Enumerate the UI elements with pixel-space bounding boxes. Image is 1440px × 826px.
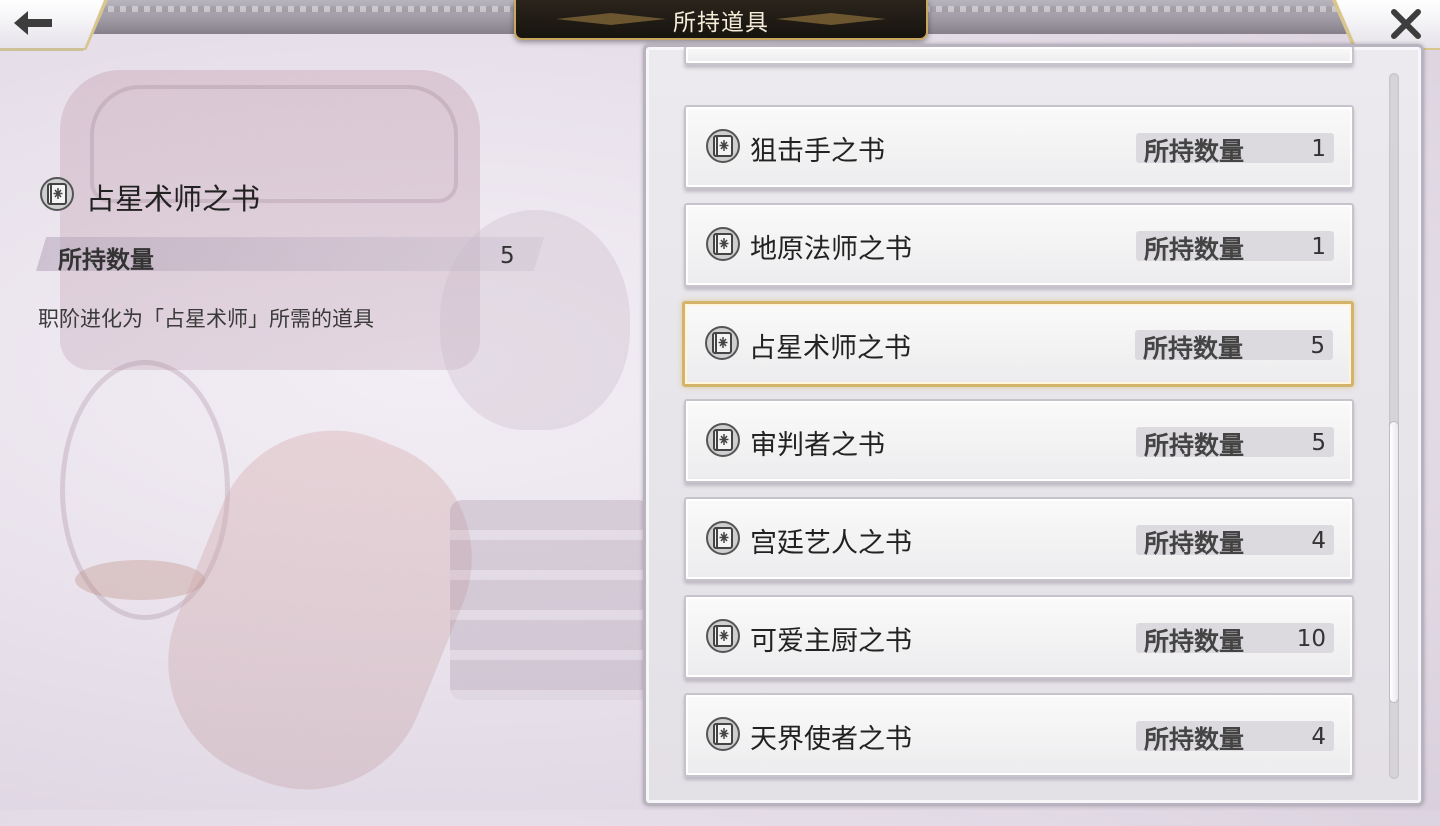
item-quantity-label: 所持数量 [1144, 137, 1245, 166]
item-quantity-value: 5 [1310, 333, 1325, 359]
item-quantity-value: 4 [1311, 724, 1326, 750]
list-item[interactable]: 审判者之书 所持数量 5 [684, 399, 1354, 483]
book-icon [40, 177, 74, 211]
item-quantity-box: 所持数量 1 [1136, 133, 1334, 166]
book-icon [706, 227, 740, 261]
scrollbar-thumb[interactable] [1389, 421, 1399, 703]
book-icon [705, 326, 739, 360]
item-quantity-label: 所持数量 [1144, 725, 1245, 754]
item-quantity-label: 所持数量 [1144, 235, 1245, 264]
item-name: 审判者之书 [750, 430, 885, 461]
item-quantity-box: 所持数量 5 [1135, 330, 1333, 363]
item-quantity-box: 所持数量 4 [1136, 525, 1334, 558]
item-quantity-label: 所持数量 [1144, 627, 1245, 656]
list-item[interactable]: 可爱主厨之书 所持数量 10 [684, 595, 1354, 679]
item-quantity-value: 1 [1311, 136, 1326, 162]
list-item[interactable]: 天界使者之书 所持数量 4 [684, 693, 1354, 777]
item-quantity-box: 所持数量 4 [1136, 721, 1334, 754]
item-quantity-box: 所持数量 10 [1136, 623, 1334, 656]
book-icon [706, 619, 740, 653]
item-name: 宫廷艺人之书 [750, 528, 912, 559]
background-bedroll [132, 394, 508, 826]
background-books [450, 500, 650, 700]
item-quantity-label: 所持数量 [1144, 431, 1245, 460]
item-quantity-label: 所持数量 [1144, 529, 1245, 558]
item-name: 天界使者之书 [750, 724, 912, 755]
detail-quantity-label: 所持数量 [58, 246, 154, 274]
item-name: 狙击手之书 [750, 136, 885, 167]
detail-item-name: 占星术师之书 [86, 182, 261, 216]
list-item[interactable]: 宫廷艺人之书 所持数量 4 [684, 497, 1354, 581]
item-quantity-value: 10 [1296, 626, 1326, 652]
item-name: 可爱主厨之书 [750, 626, 912, 657]
item-quantity-value: 1 [1311, 234, 1326, 260]
item-name: 占星术师之书 [749, 333, 911, 364]
book-icon [706, 717, 740, 751]
title-plate: 所持道具 [514, 0, 928, 40]
item-list[interactable]: 狙击手之书 所持数量 1 地原法师之书 所持数量 1 占星术师之书 所持数量 5 [646, 47, 1421, 803]
detail-quantity-value: 5 [500, 243, 515, 269]
book-icon [706, 521, 740, 555]
scrollbar-track[interactable] [1389, 73, 1399, 779]
list-item[interactable]: 地原法师之书 所持数量 1 [684, 203, 1354, 287]
background-lamp [60, 360, 230, 620]
item-quantity-value: 4 [1311, 528, 1326, 554]
back-arrow-icon [14, 11, 52, 35]
item-name: 地原法师之书 [750, 234, 912, 265]
list-row-partial [684, 47, 1354, 65]
book-icon [706, 423, 740, 457]
item-quantity-box: 所持数量 1 [1136, 231, 1334, 264]
list-item[interactable]: 占星术师之书 所持数量 5 [682, 301, 1354, 387]
book-icon [706, 129, 740, 163]
detail-description: 职阶进化为「占星术师」所需的道具 [38, 307, 374, 331]
page-title: 所持道具 [673, 10, 769, 36]
background-lamp-base [75, 560, 205, 600]
list-item[interactable]: 狙击手之书 所持数量 1 [684, 105, 1354, 189]
item-quantity-label: 所持数量 [1143, 334, 1244, 363]
item-quantity-value: 5 [1311, 430, 1326, 456]
item-list-panel: 狙击手之书 所持数量 1 地原法师之书 所持数量 1 占星术师之书 所持数量 5 [643, 44, 1424, 806]
close-icon [1391, 9, 1421, 39]
item-quantity-box: 所持数量 5 [1136, 427, 1334, 460]
